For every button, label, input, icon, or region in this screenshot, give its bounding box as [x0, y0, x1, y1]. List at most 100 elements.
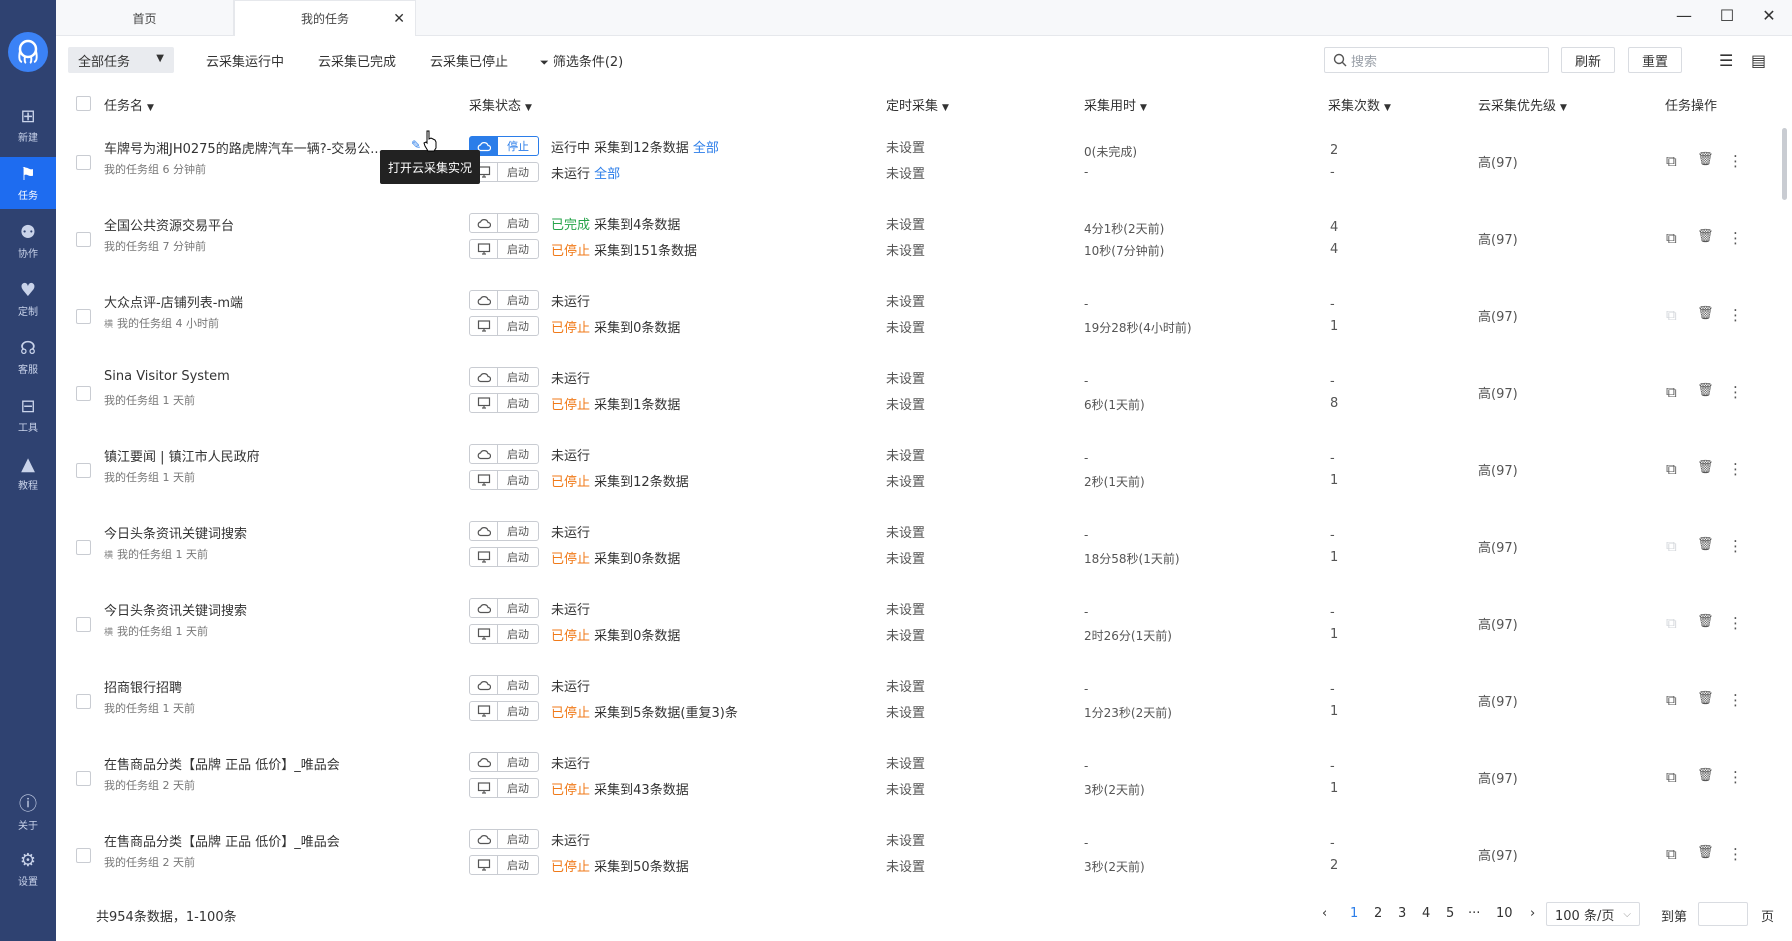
- row-checkbox[interactable]: [76, 771, 91, 786]
- start-button[interactable]: 启动: [498, 830, 538, 848]
- page-number[interactable]: 4: [1422, 906, 1430, 921]
- filter-cloud-running[interactable]: 云采集运行中: [206, 51, 284, 70]
- sidebar-item-0[interactable]: ⊞ 新建: [0, 99, 56, 151]
- col-schedule[interactable]: 定时采集 ▼: [886, 95, 949, 114]
- monitor-icon[interactable]: [470, 317, 498, 335]
- detail-view-icon[interactable]: ▤: [1751, 51, 1766, 70]
- cloud-icon[interactable]: [470, 368, 498, 386]
- start-button[interactable]: 启动: [498, 163, 538, 181]
- row-checkbox[interactable]: [76, 386, 91, 401]
- cloud-icon[interactable]: [470, 214, 498, 232]
- row-checkbox[interactable]: [76, 309, 91, 324]
- monitor-icon[interactable]: [470, 779, 498, 797]
- cloud-icon[interactable]: [470, 676, 498, 694]
- row-checkbox[interactable]: [76, 155, 91, 170]
- monitor-icon[interactable]: [470, 702, 498, 720]
- more-vertical-icon[interactable]: ⋮: [1728, 383, 1743, 401]
- local-run-control[interactable]: 启动: [469, 547, 539, 567]
- monitor-icon[interactable]: [470, 240, 498, 258]
- refresh-button[interactable]: 刷新: [1561, 47, 1615, 73]
- cloud-run-control[interactable]: 启动: [469, 290, 539, 310]
- cloud-run-control[interactable]: 启动: [469, 752, 539, 772]
- stop-button[interactable]: 停止: [498, 137, 538, 155]
- cloud-icon[interactable]: [470, 445, 498, 463]
- cloud-run-control[interactable]: 启动: [469, 675, 539, 695]
- list-view-icon[interactable]: ☰: [1719, 51, 1733, 70]
- copy-icon[interactable]: ⧉: [1666, 460, 1677, 478]
- page-number[interactable]: 5: [1446, 906, 1454, 921]
- cloud-run-control[interactable]: 启动: [469, 213, 539, 233]
- cloud-icon[interactable]: [470, 599, 498, 617]
- trash-icon[interactable]: 🗑: [1697, 691, 1714, 706]
- more-vertical-icon[interactable]: ⋮: [1728, 152, 1743, 170]
- maximize-icon[interactable]: ☐: [1712, 6, 1742, 25]
- local-run-control[interactable]: 启动: [469, 624, 539, 644]
- task-name[interactable]: Sina Visitor System: [104, 369, 230, 384]
- row-checkbox[interactable]: [76, 848, 91, 863]
- page-number[interactable]: 1: [1350, 906, 1358, 921]
- row-checkbox[interactable]: [76, 463, 91, 478]
- sidebar-item-7[interactable]: ⓘ 关于: [0, 787, 56, 839]
- trash-icon[interactable]: 🗑: [1697, 383, 1714, 398]
- minimize-icon[interactable]: —: [1669, 6, 1699, 25]
- cloud-run-control[interactable]: 启动: [469, 521, 539, 541]
- start-button[interactable]: 启动: [498, 856, 538, 874]
- start-button[interactable]: 启动: [498, 445, 538, 463]
- sidebar-item-1[interactable]: ⚑ 任务: [0, 157, 56, 209]
- close-window-icon[interactable]: ✕: [1754, 6, 1784, 25]
- start-button[interactable]: 启动: [498, 291, 538, 309]
- col-count[interactable]: 采集次数 ▼: [1328, 95, 1391, 114]
- start-button[interactable]: 启动: [498, 471, 538, 489]
- filter-conditions[interactable]: ⏷ 筛选条件(2): [540, 51, 623, 70]
- page-number[interactable]: 3: [1398, 906, 1406, 921]
- page-size-select[interactable]: 100 条/页 ⌵: [1546, 902, 1640, 926]
- start-button[interactable]: 启动: [498, 317, 538, 335]
- col-priority[interactable]: 云采集优先级 ▼: [1478, 95, 1567, 114]
- col-status[interactable]: 采集状态 ▼: [469, 95, 532, 114]
- start-button[interactable]: 启动: [498, 548, 538, 566]
- more-vertical-icon[interactable]: ⋮: [1728, 768, 1743, 786]
- view-all-link[interactable]: 全部: [693, 141, 719, 156]
- all-tasks-dropdown[interactable]: 全部任务 ▼: [68, 47, 174, 73]
- start-button[interactable]: 启动: [498, 779, 538, 797]
- task-name[interactable]: 车牌号为湘JH0275的路虎牌汽车一辆?-交易公...: [104, 138, 383, 157]
- monitor-icon[interactable]: [470, 856, 498, 874]
- cloud-icon[interactable]: [470, 830, 498, 848]
- cloud-icon[interactable]: [470, 753, 498, 771]
- task-name[interactable]: 大众点评-店铺列表-m端: [104, 292, 243, 311]
- sidebar-item-4[interactable]: ☊ 客服: [0, 331, 56, 383]
- more-vertical-icon[interactable]: ⋮: [1728, 460, 1743, 478]
- task-name[interactable]: 今日头条资讯关键词搜索: [104, 523, 247, 542]
- sidebar-item-8[interactable]: ⚙ 设置: [0, 843, 56, 895]
- start-button[interactable]: 启动: [498, 599, 538, 617]
- cloud-icon[interactable]: [470, 522, 498, 540]
- start-button[interactable]: 启动: [498, 394, 538, 412]
- next-page-button[interactable]: ›: [1530, 906, 1535, 921]
- task-name[interactable]: 在售商品分类【品牌 正品 低价】_唯品会: [104, 754, 340, 773]
- app-logo[interactable]: [8, 32, 48, 72]
- row-checkbox[interactable]: [76, 694, 91, 709]
- task-name[interactable]: 全国公共资源交易平台: [104, 215, 234, 234]
- copy-icon[interactable]: ⧉: [1666, 152, 1677, 170]
- cloud-run-control[interactable]: 启动: [469, 367, 539, 387]
- goto-page-input[interactable]: [1698, 902, 1748, 926]
- cloud-run-control[interactable]: 启动: [469, 829, 539, 849]
- trash-icon[interactable]: 🗑: [1697, 152, 1714, 167]
- trash-icon[interactable]: 🗑: [1697, 614, 1714, 629]
- start-button[interactable]: 启动: [498, 368, 538, 386]
- local-run-control[interactable]: 启动: [469, 855, 539, 875]
- task-name[interactable]: 今日头条资讯关键词搜索: [104, 600, 247, 619]
- monitor-icon[interactable]: [470, 625, 498, 643]
- local-run-control[interactable]: 启动: [469, 470, 539, 490]
- copy-icon[interactable]: ⧉: [1666, 768, 1677, 786]
- more-vertical-icon[interactable]: ⋮: [1728, 306, 1743, 324]
- trash-icon[interactable]: 🗑: [1697, 845, 1714, 860]
- tab-home[interactable]: 首页: [56, 0, 234, 36]
- local-run-control[interactable]: 启动: [469, 778, 539, 798]
- col-duration[interactable]: 采集用时 ▼: [1084, 95, 1147, 114]
- more-vertical-icon[interactable]: ⋮: [1728, 691, 1743, 709]
- sidebar-item-6[interactable]: ▲ 教程: [0, 447, 56, 499]
- filter-cloud-stopped[interactable]: 云采集已停止: [430, 51, 508, 70]
- monitor-icon[interactable]: [470, 394, 498, 412]
- page-number[interactable]: 10: [1496, 906, 1513, 921]
